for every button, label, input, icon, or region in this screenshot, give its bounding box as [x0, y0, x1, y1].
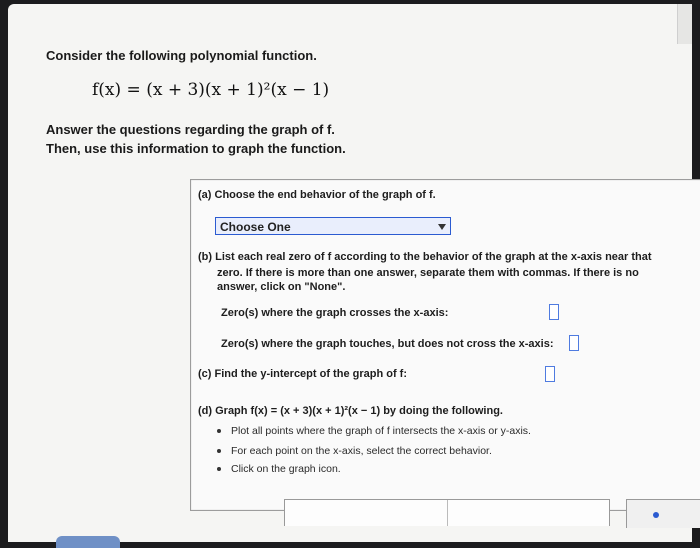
- graph-canvas[interactable]: [284, 499, 610, 526]
- graph-toolbar[interactable]: [626, 499, 700, 528]
- intro-line-3: Then, use this information to graph the …: [46, 141, 346, 156]
- part-b-label-2: zero. If there is more than one answer, …: [217, 267, 639, 279]
- intro: Consider the following polynomial functi…: [46, 48, 317, 63]
- part-a-label: (a) Choose the end behavior of the graph…: [198, 189, 436, 201]
- end-behavior-select[interactable]: Choose One: [215, 217, 451, 235]
- bullet-text-1: Plot all points where the graph of f int…: [231, 425, 531, 437]
- bullet-1: Plot all points where the graph of f int…: [217, 425, 531, 437]
- scrollbar[interactable]: [677, 4, 692, 44]
- y-intercept-input[interactable]: [545, 366, 555, 382]
- select-value: Choose One: [220, 220, 291, 234]
- bullet-dot-icon: [217, 429, 221, 434]
- intro-line-1: Consider the following polynomial functi…: [46, 48, 317, 63]
- bullet-3: Click on the graph icon.: [217, 463, 341, 475]
- touches-input[interactable]: [569, 335, 579, 351]
- crosses-input[interactable]: [549, 304, 559, 320]
- part-b-label-3: answer, click on "None".: [217, 281, 346, 293]
- function-formula: f(x) = (x + 3)(x + 1)²(x − 1): [92, 80, 330, 100]
- bullet-2: For each point on the x-axis, select the…: [217, 445, 492, 457]
- graph-divider: [447, 500, 448, 526]
- bullet-dot-icon: [217, 449, 221, 454]
- bullet-text-2: For each point on the x-axis, select the…: [231, 445, 492, 457]
- intro-line-2: Answer the questions regarding the graph…: [46, 122, 335, 137]
- bullet-text-3: Click on the graph icon.: [231, 463, 341, 475]
- question-sheet: Consider the following polynomial functi…: [8, 4, 700, 542]
- bullet-dot-icon: [217, 467, 221, 472]
- part-c-label: (c) Find the y-intercept of the graph of…: [198, 368, 407, 380]
- chevron-down-icon[interactable]: [438, 224, 446, 230]
- part-b-label: (b) List each real zero of f according t…: [198, 251, 652, 263]
- answer-panel: (a) Choose the end behavior of the graph…: [190, 179, 700, 511]
- crosses-label: Zero(s) where the graph crosses the x-ax…: [221, 307, 449, 319]
- part-d-label: (d) Graph f(x) = (x + 3)(x + 1)²(x − 1) …: [198, 405, 503, 417]
- point-tool-icon[interactable]: [653, 512, 659, 518]
- touches-label: Zero(s) where the graph touches, but doe…: [221, 338, 554, 350]
- check-button[interactable]: [56, 536, 120, 548]
